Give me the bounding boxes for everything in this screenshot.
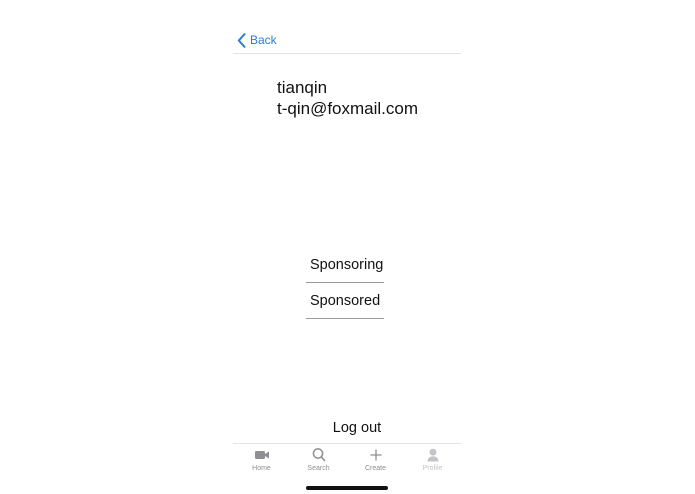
plus-icon xyxy=(367,447,385,463)
tab-home-label: Home xyxy=(252,465,271,472)
chevron-left-icon xyxy=(237,32,246,48)
sponsoring-label: Sponsoring xyxy=(310,257,384,273)
tab-profile-label: Profile xyxy=(422,465,443,472)
person-icon xyxy=(424,447,442,463)
home-indicator xyxy=(306,486,388,490)
sponsoring-button[interactable]: Sponsoring xyxy=(306,247,384,283)
sponsored-label: Sponsored xyxy=(310,293,381,309)
sponsored-button[interactable]: Sponsored xyxy=(306,283,384,319)
user-email: t-qin@foxmail.com xyxy=(277,99,419,118)
user-name: tianqin xyxy=(277,78,328,97)
profile-screen: Back tianqin t-qin@foxmail.com Sponsorin… xyxy=(233,0,461,494)
video-camera-icon xyxy=(253,447,271,463)
tab-create-label: Create xyxy=(364,465,386,472)
tab-search[interactable]: Search xyxy=(290,444,347,480)
back-label: Back xyxy=(250,33,277,47)
navigation-bar: Back xyxy=(233,0,461,54)
tab-search-label: Search xyxy=(307,465,330,472)
search-icon xyxy=(310,447,328,463)
logout-button[interactable]: Log out xyxy=(233,420,461,436)
tab-profile[interactable]: Profile xyxy=(404,444,461,480)
tab-bar: Home Search Create Profile xyxy=(233,443,461,480)
tab-home[interactable]: Home xyxy=(233,444,290,480)
tab-create[interactable]: Create xyxy=(347,444,404,480)
back-button[interactable]: Back xyxy=(237,31,277,49)
